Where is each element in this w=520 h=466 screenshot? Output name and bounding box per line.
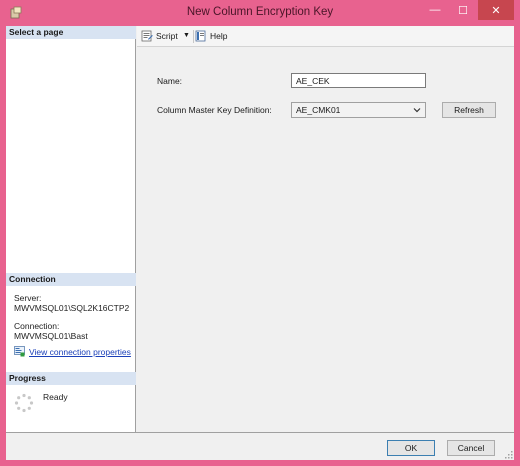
help-label: Help: [210, 31, 228, 41]
left-pane: Select a page Connection Server: MWVMSQL…: [6, 26, 136, 432]
script-dropdown-button[interactable]: ▼: [183, 32, 190, 39]
resize-grip-icon[interactable]: [505, 451, 513, 459]
cmk-definition-select[interactable]: AE_CMK01: [291, 102, 426, 118]
server-label: Server:: [14, 293, 42, 303]
progress-header: Progress: [6, 372, 136, 385]
dialog-client-area: Select a page Connection Server: MWVMSQL…: [6, 26, 514, 460]
button-bar: OK Cancel: [6, 432, 514, 460]
ok-button[interactable]: OK: [387, 440, 435, 456]
name-input[interactable]: [291, 73, 426, 88]
connection-properties-icon: [14, 346, 25, 357]
script-button[interactable]: Script: [141, 30, 178, 42]
title-bar[interactable]: New Column Encryption Key — ☐ ✕: [0, 0, 520, 26]
script-icon: [141, 30, 153, 42]
progress-status: Ready: [43, 392, 68, 402]
view-connection-properties-link[interactable]: View connection properties: [14, 346, 131, 357]
connection-label: Connection:: [14, 321, 60, 331]
select-page-header: Select a page: [6, 26, 136, 39]
connection-value: MWVMSQL01\Bast: [14, 331, 88, 341]
dialog-window: New Column Encryption Key — ☐ ✕ Select a…: [0, 0, 520, 466]
server-value: MWVMSQL01\SQL2K16CTP2: [14, 303, 130, 313]
toolbar: Script ▼ Help: [137, 26, 514, 47]
chevron-down-icon: [413, 108, 421, 113]
right-pane: Script ▼ Help Name: Column Master Key De…: [137, 26, 514, 432]
name-label: Name:: [157, 76, 183, 86]
minimize-button[interactable]: —: [422, 0, 448, 20]
help-button[interactable]: Help: [195, 30, 227, 42]
cmk-definition-label: Column Master Key Definition:: [157, 105, 272, 115]
help-icon: [195, 30, 206, 42]
cancel-button[interactable]: Cancel: [447, 440, 495, 456]
toolbar-separator: [193, 30, 194, 43]
maximize-button[interactable]: ☐: [450, 0, 476, 20]
script-label: Script: [156, 31, 178, 41]
refresh-button[interactable]: Refresh: [442, 102, 496, 118]
connection-header: Connection: [6, 273, 136, 286]
close-button[interactable]: ✕: [478, 0, 514, 20]
cmk-definition-selected-value: AE_CMK01: [296, 105, 341, 115]
progress-spinner-icon: [14, 393, 34, 413]
view-connection-properties-label[interactable]: View connection properties: [29, 347, 131, 357]
